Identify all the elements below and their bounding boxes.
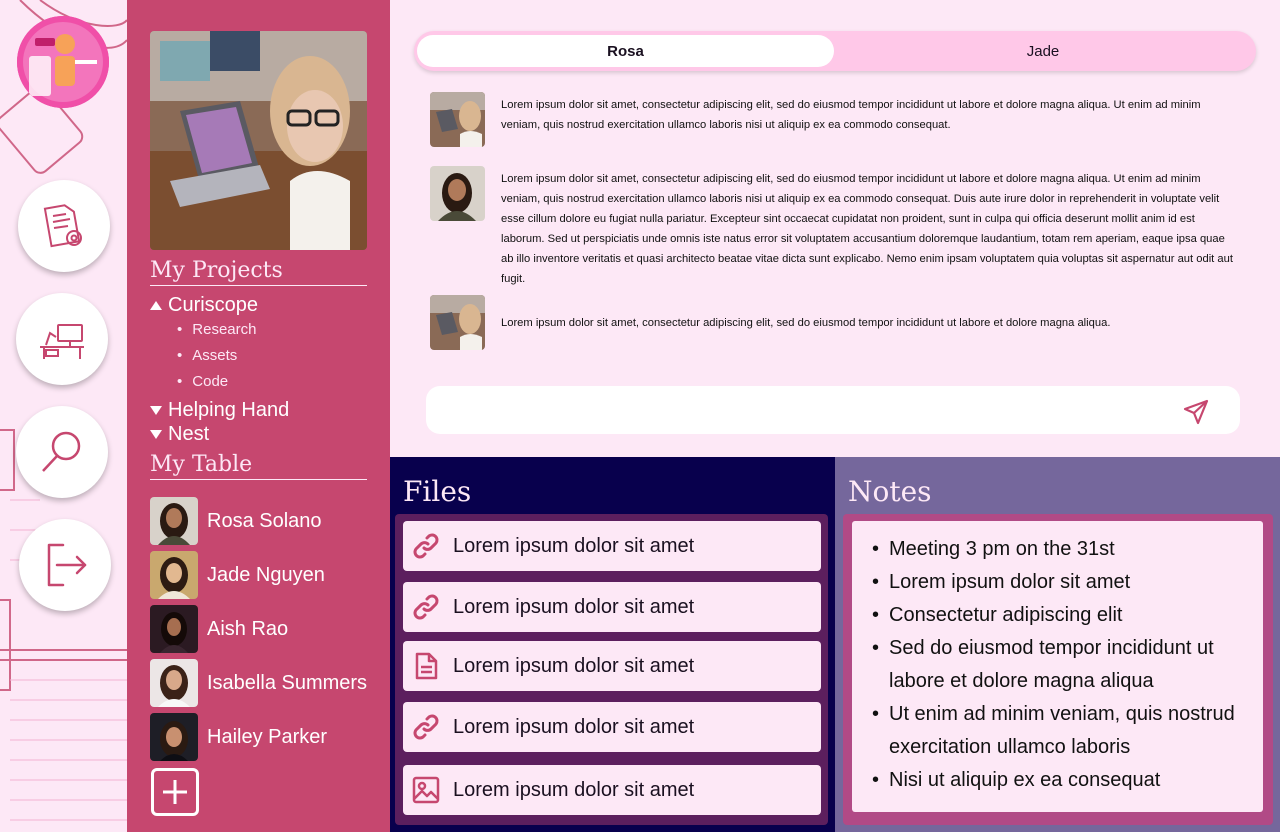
projects-heading: My Projects (150, 258, 367, 286)
sidebar: My Projects Curiscope Research Assets Co… (127, 0, 390, 832)
project-helping-hand[interactable]: Helping Hand (150, 399, 289, 422)
notes-list: Meeting 3 pm on the 31st Lorem ipsum dol… (872, 533, 1249, 797)
chat-panel: Rosa Jade Lorem ipsum dolor sit amet, co… (390, 0, 1280, 457)
note-item: Meeting 3 pm on the 31st (872, 533, 1249, 566)
member-hailey-parker[interactable]: Hailey Parker (150, 713, 327, 761)
files-list: Lorem ipsum dolor sit amet Lorem ipsum d… (395, 514, 828, 825)
send-button[interactable] (1182, 398, 1210, 426)
file-item[interactable]: Lorem ipsum dolor sit amet (403, 582, 821, 632)
link-icon (413, 533, 439, 559)
message-text: Lorem ipsum dolor sit amet, consectetur … (501, 173, 1233, 285)
app-logo[interactable] (17, 16, 109, 108)
avatar (150, 659, 198, 707)
subproject-research[interactable]: Research (177, 321, 256, 338)
note-item: Nisi ut aliquip ex ea consequat (872, 764, 1249, 797)
member-isabella-summers[interactable]: Isabella Summers (150, 659, 367, 707)
add-member-button[interactable] (151, 768, 199, 816)
member-aish-rao[interactable]: Aish Rao (150, 605, 288, 653)
search-button[interactable] (16, 406, 108, 498)
logout-button[interactable] (19, 519, 111, 611)
note-item: Sed do eiusmod tempor incididunt ut labo… (872, 632, 1249, 698)
files-panel: Files Lorem ipsum dolor sit amet Lorem i… (390, 457, 835, 832)
project-nest[interactable]: Nest (150, 423, 209, 446)
expand-triangle-icon (150, 406, 162, 415)
file-label: Lorem ipsum dolor sit amet (453, 534, 695, 557)
chat-message: Lorem ipsum dolor sit amet, consectetur … (430, 166, 1240, 289)
avatar (150, 497, 198, 545)
link-icon (413, 714, 439, 740)
avatar (430, 92, 485, 147)
tab-rosa[interactable]: Rosa (417, 35, 834, 67)
search-icon (42, 431, 81, 472)
file-item[interactable]: Lorem ipsum dolor sit amet (403, 641, 821, 691)
avatar (150, 713, 198, 761)
file-label: Lorem ipsum dolor sit amet (453, 715, 695, 738)
notes-card[interactable]: Meeting 3 pm on the 31st Lorem ipsum dol… (852, 521, 1263, 812)
avatar (150, 605, 198, 653)
file-item[interactable]: Lorem ipsum dolor sit amet (403, 521, 821, 571)
plus-icon (163, 780, 187, 804)
profile-photo-image (150, 31, 367, 250)
message-text: Lorem ipsum dolor sit amet, consectetur … (501, 99, 1201, 131)
collapse-triangle-icon (150, 301, 162, 310)
send-icon (1183, 399, 1209, 425)
logo-illustration (17, 16, 109, 108)
member-rosa-solano[interactable]: Rosa Solano (150, 497, 322, 545)
project-label: Nest (168, 423, 210, 445)
file-label: Lorem ipsum dolor sit amet (453, 595, 695, 618)
subproject-assets[interactable]: Assets (177, 347, 237, 364)
link-icon (413, 594, 439, 620)
projects-settings-button[interactable] (18, 180, 110, 272)
notes-frame: Meeting 3 pm on the 31st Lorem ipsum dol… (843, 514, 1273, 825)
project-label: Curiscope (168, 294, 259, 316)
image-icon (412, 776, 440, 804)
logout-icon (47, 543, 87, 587)
note-item: Lorem ipsum dolor sit amet (872, 566, 1249, 599)
member-name: Aish Rao (207, 617, 289, 640)
member-name: Jade Nguyen (207, 563, 325, 586)
project-label: Helping Hand (168, 399, 290, 421)
files-title: Files (403, 475, 472, 508)
message-text: Lorem ipsum dolor sit amet, consectetur … (501, 317, 1111, 329)
member-name: Rosa Solano (207, 509, 322, 532)
icon-rail (0, 0, 127, 832)
member-jade-nguyen[interactable]: Jade Nguyen (150, 551, 325, 599)
profile-photo[interactable] (150, 31, 367, 250)
notes-title: Notes (848, 475, 932, 508)
subproject-code[interactable]: Code (177, 373, 228, 390)
file-item[interactable]: Lorem ipsum dolor sit amet (403, 702, 821, 752)
file-label: Lorem ipsum dolor sit amet (453, 654, 695, 677)
message-input[interactable] (426, 386, 1240, 434)
file-item[interactable]: Lorem ipsum dolor sit amet (403, 765, 821, 815)
avatar (150, 551, 198, 599)
desk-workspace-icon (40, 324, 84, 359)
avatar (430, 166, 485, 221)
note-item: Ut enim ad minim veniam, quis nostrud ex… (872, 698, 1249, 764)
file-label: Lorem ipsum dolor sit amet (453, 778, 695, 801)
document-settings-icon (43, 204, 82, 248)
chat-message: Lorem ipsum dolor sit amet, consectetur … (430, 92, 1240, 147)
table-heading: My Table (150, 452, 367, 480)
project-curiscope[interactable]: Curiscope (150, 294, 258, 317)
avatar (430, 295, 485, 350)
member-name: Isabella Summers (207, 671, 368, 694)
chat-tabs: Rosa Jade (414, 31, 1256, 71)
note-item: Consectetur adipiscing elit (872, 599, 1249, 632)
member-name: Hailey Parker (207, 725, 328, 748)
expand-triangle-icon (150, 430, 162, 439)
chat-message: Lorem ipsum dolor sit amet, consectetur … (430, 295, 1240, 350)
notes-panel: Notes Meeting 3 pm on the 31st Lorem ips… (835, 457, 1280, 832)
document-icon (415, 652, 438, 680)
tab-jade[interactable]: Jade (834, 35, 1252, 67)
workspace-button[interactable] (16, 293, 108, 385)
